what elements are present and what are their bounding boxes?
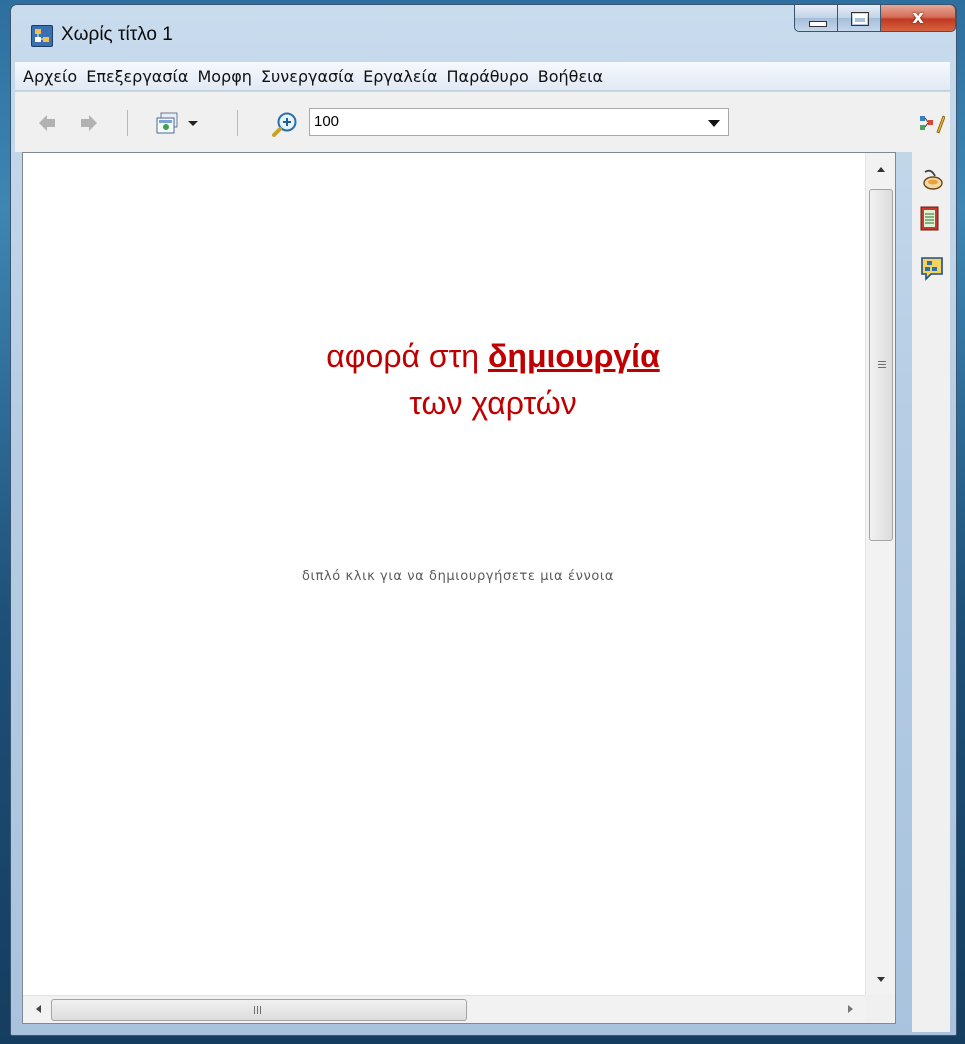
outline-icon bbox=[920, 206, 939, 231]
window-controls: x bbox=[794, 4, 956, 34]
map-canvas[interactable]: αφορά στη δημιουργία των χαρτών διπλό κλ… bbox=[22, 152, 896, 1024]
zoom-in-button[interactable] bbox=[271, 112, 301, 137]
zoom-value: 100 bbox=[314, 113, 340, 130]
grip-line bbox=[254, 1006, 255, 1014]
grip-line bbox=[878, 361, 886, 362]
forward-button[interactable] bbox=[77, 112, 99, 134]
grip-line bbox=[260, 1006, 261, 1014]
toolbar-separator bbox=[237, 110, 238, 136]
grip-line bbox=[878, 364, 886, 365]
window-title: Χωρίς τίτλο 1 bbox=[61, 24, 173, 45]
paint-bucket-icon bbox=[923, 169, 943, 190]
menu-tools[interactable]: Εργαλεία bbox=[361, 67, 437, 86]
menu-collaboration[interactable]: Συνεργασία bbox=[259, 67, 354, 86]
grip-line bbox=[257, 1006, 258, 1014]
vertical-scrollbar[interactable] bbox=[865, 153, 895, 996]
concept-map-icon bbox=[921, 257, 943, 281]
menu-file[interactable]: Αρχείο bbox=[21, 67, 77, 86]
overlay-caption: αφορά στη δημιουργία των χαρτών bbox=[223, 333, 763, 427]
minimize-button[interactable] bbox=[794, 4, 838, 32]
maximize-icon bbox=[851, 12, 869, 26]
menu-window[interactable]: Παράθυρο bbox=[444, 67, 528, 86]
map-view-dropdown[interactable] bbox=[155, 112, 201, 134]
menu-bar: Αρχείο Επεξεργασία Μορφη Συνεργασία Εργα… bbox=[15, 62, 950, 91]
horizontal-scroll-thumb[interactable] bbox=[51, 999, 467, 1021]
scroll-down-icon[interactable] bbox=[877, 977, 885, 982]
concept-map-button[interactable] bbox=[919, 255, 943, 281]
scroll-left-icon[interactable] bbox=[36, 1005, 41, 1013]
scroll-right-icon[interactable] bbox=[848, 1005, 853, 1013]
scroll-up-icon[interactable] bbox=[877, 167, 885, 172]
zoom-in-icon bbox=[272, 112, 297, 137]
back-arrow-icon bbox=[39, 115, 55, 131]
chevron-down-icon[interactable] bbox=[708, 120, 720, 127]
forward-arrow-icon bbox=[81, 115, 97, 131]
styles-button[interactable] bbox=[919, 112, 946, 136]
toolbar-separator bbox=[127, 110, 128, 136]
outline-button[interactable] bbox=[919, 206, 943, 231]
zoom-combo[interactable]: 100 bbox=[309, 108, 729, 136]
vertical-scroll-thumb[interactable] bbox=[869, 189, 893, 541]
app-icon bbox=[31, 25, 53, 47]
grip-line bbox=[878, 367, 886, 368]
caption-emphasis: δημιουργία bbox=[487, 338, 660, 374]
paint-bucket-button[interactable] bbox=[919, 166, 943, 190]
menu-help[interactable]: Βοήθεια bbox=[536, 67, 603, 86]
toolbar: 100 bbox=[15, 92, 950, 152]
close-icon: x bbox=[912, 7, 924, 28]
caption-text: αφορά στη bbox=[326, 338, 488, 374]
scroll-corner bbox=[865, 995, 895, 1023]
right-tool-panel bbox=[912, 92, 950, 1032]
caption-line-2: των χαρτών bbox=[409, 385, 577, 421]
maximize-button[interactable] bbox=[837, 4, 881, 32]
close-button[interactable]: x bbox=[880, 4, 956, 32]
canvas-hint: διπλό κλικ για να δημιουργήσετε μια έννο… bbox=[301, 569, 615, 584]
back-button[interactable] bbox=[37, 112, 59, 134]
horizontal-scrollbar[interactable] bbox=[23, 995, 866, 1023]
menu-edit[interactable]: Επεξεργασία bbox=[84, 67, 188, 86]
styles-icon bbox=[920, 115, 946, 134]
menu-format[interactable]: Μορφη bbox=[195, 67, 251, 86]
map-view-icon bbox=[156, 112, 198, 134]
minimize-icon bbox=[809, 21, 827, 27]
